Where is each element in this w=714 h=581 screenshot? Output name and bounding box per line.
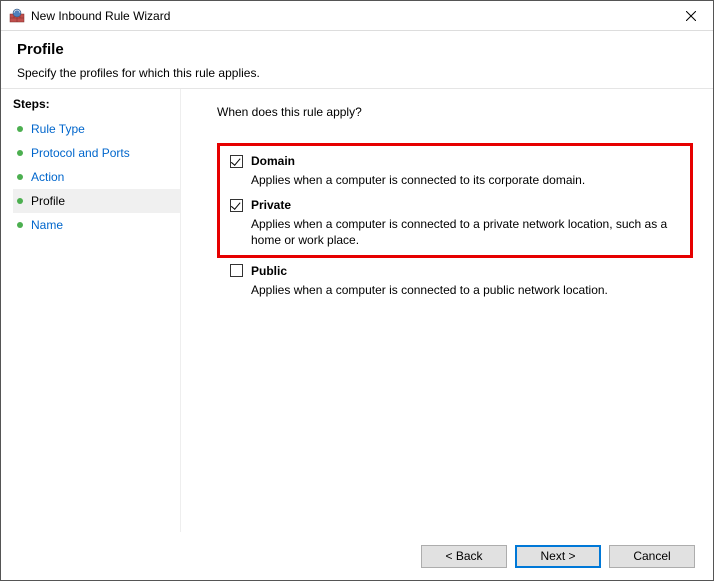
step-dot-icon: [17, 150, 23, 156]
step-action[interactable]: Action: [13, 165, 180, 189]
option-domain: Domain Applies when a computer is connec…: [230, 154, 680, 188]
back-button[interactable]: < Back: [421, 545, 507, 568]
option-public: Public Applies when a computer is connec…: [217, 264, 693, 298]
steps-sidebar: Steps: Rule Type Protocol and Ports Acti…: [1, 89, 181, 532]
step-protocol-and-ports[interactable]: Protocol and Ports: [13, 141, 180, 165]
page-title: Profile: [17, 41, 697, 58]
step-label: Profile: [31, 194, 65, 208]
highlight-box: Domain Applies when a computer is connec…: [217, 143, 693, 258]
step-label: Name: [31, 218, 63, 232]
option-label: Private: [251, 198, 291, 212]
wizard-body: Steps: Rule Type Protocol and Ports Acti…: [1, 89, 713, 532]
step-label: Rule Type: [31, 122, 85, 136]
option-private: Private Applies when a computer is conne…: [230, 198, 680, 248]
close-button[interactable]: [668, 1, 713, 31]
step-rule-type[interactable]: Rule Type: [13, 117, 180, 141]
next-button[interactable]: Next >: [515, 545, 601, 568]
step-label: Protocol and Ports: [31, 146, 130, 160]
option-desc: Applies when a computer is connected to …: [251, 172, 680, 188]
step-dot-icon: [17, 198, 23, 204]
step-label: Action: [31, 170, 64, 184]
titlebar: New Inbound Rule Wizard: [1, 1, 713, 31]
option-desc: Applies when a computer is connected to …: [251, 216, 680, 248]
checkbox-domain[interactable]: [230, 155, 243, 168]
wizard-window: New Inbound Rule Wizard Profile Specify …: [0, 0, 714, 581]
step-dot-icon: [17, 222, 23, 228]
step-name[interactable]: Name: [13, 213, 180, 237]
wizard-header: Profile Specify the profiles for which t…: [1, 31, 713, 88]
main-panel: When does this rule apply? Domain Applie…: [181, 89, 713, 532]
page-subtitle: Specify the profiles for which this rule…: [17, 66, 697, 80]
option-desc: Applies when a computer is connected to …: [251, 282, 680, 298]
step-dot-icon: [17, 126, 23, 132]
footer: < Back Next > Cancel: [1, 532, 713, 580]
firewall-icon: [9, 8, 25, 24]
cancel-button[interactable]: Cancel: [609, 545, 695, 568]
checkbox-private[interactable]: [230, 199, 243, 212]
step-dot-icon: [17, 174, 23, 180]
step-profile[interactable]: Profile: [13, 189, 180, 213]
option-label: Domain: [251, 154, 295, 168]
steps-label: Steps:: [13, 97, 180, 111]
checkbox-public[interactable]: [230, 264, 243, 277]
window-title: New Inbound Rule Wizard: [31, 9, 668, 23]
option-label: Public: [251, 264, 287, 278]
question-text: When does this rule apply?: [217, 105, 693, 119]
